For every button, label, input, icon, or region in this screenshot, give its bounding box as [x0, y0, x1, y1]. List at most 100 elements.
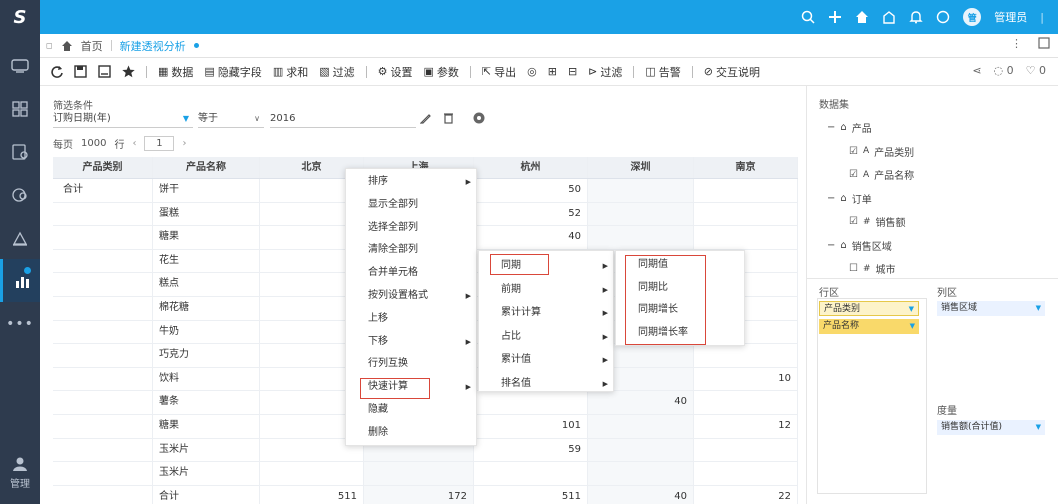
menu-item[interactable]: 隐藏	[346, 400, 476, 420]
value-cell[interactable]	[588, 226, 694, 249]
value-cell[interactable]: 59	[474, 438, 588, 462]
page-size-value[interactable]: 1000	[81, 138, 106, 149]
value-cell[interactable]	[474, 462, 588, 485]
value-cell[interactable]: 101	[474, 414, 588, 438]
tree-node[interactable]: ☐ # 城市	[827, 257, 914, 281]
chat-icon[interactable]	[936, 10, 950, 24]
more-vert-icon[interactable]: ⋮	[1011, 37, 1022, 50]
filter-op-select[interactable]: 等于 ∨	[198, 111, 264, 128]
product-name-cell[interactable]: 饮料	[153, 367, 260, 391]
value-cell[interactable]: 12	[694, 414, 798, 438]
group-cell[interactable]	[53, 202, 153, 226]
value-cell[interactable]	[474, 391, 588, 414]
column-header[interactable]: 南京	[694, 157, 798, 178]
prev-page-icon[interactable]: ‹	[132, 138, 136, 149]
value-cell[interactable]	[588, 202, 694, 226]
group-cell[interactable]	[53, 462, 153, 485]
username[interactable]: 管理员	[994, 9, 1027, 25]
filter-value-input[interactable]: 2016	[270, 111, 416, 128]
value-cell[interactable]	[588, 462, 694, 485]
avatar[interactable]: 管	[963, 8, 982, 26]
bank-icon[interactable]	[882, 10, 896, 24]
like-button[interactable]: ♡ 0	[1026, 64, 1046, 77]
group-cell[interactable]	[53, 296, 153, 320]
value-cell[interactable]	[364, 462, 474, 485]
value-cell[interactable]: 511	[474, 485, 588, 504]
product-name-cell[interactable]: 薯条	[153, 391, 260, 414]
collapse-icon[interactable]: −	[827, 193, 835, 204]
value-cell[interactable]: 50	[474, 179, 588, 202]
refresh-icon[interactable]	[50, 65, 63, 78]
column-header[interactable]: 产品名称	[153, 157, 260, 178]
dashboard-icon[interactable]	[0, 130, 40, 173]
tree-node[interactable]: ☑ # 销售额	[827, 210, 914, 234]
tree-node[interactable]: ☑ A 产品名称	[827, 163, 914, 187]
data-button[interactable]: ▦ 数据	[158, 64, 193, 80]
group-cell[interactable]	[53, 391, 153, 414]
group-cell[interactable]: 合计	[53, 179, 153, 202]
value-cell[interactable]: 40	[588, 485, 694, 504]
sum-button[interactable]: ▥ 求和	[273, 64, 308, 80]
page-input[interactable]: 1	[144, 136, 175, 151]
column-header[interactable]: 产品类别	[53, 157, 153, 178]
hide-field-button[interactable]: ▤ 隐藏字段	[204, 64, 261, 80]
tree-node[interactable]: − ⌂ 产品	[827, 116, 914, 140]
col-chip[interactable]: 销售区域 ▼	[937, 301, 1045, 316]
value-cell[interactable]	[588, 438, 694, 462]
rail-user[interactable]: 管理	[0, 456, 40, 490]
value-cell[interactable]	[694, 391, 798, 414]
group-cell[interactable]	[53, 414, 153, 438]
save-as-icon[interactable]	[98, 65, 111, 78]
row-chip[interactable]: 产品类别 ▼	[819, 301, 919, 316]
menu-item[interactable]: 显示全部列	[346, 195, 476, 215]
group-cell[interactable]	[53, 367, 153, 391]
product-name-cell[interactable]: 玉米片	[153, 462, 260, 485]
share-icon[interactable]: ⋖	[972, 64, 981, 77]
value-cell[interactable]: 52	[474, 202, 588, 226]
value-cell[interactable]	[694, 462, 798, 485]
settings-button[interactable]: ⚙ 设置	[378, 64, 413, 80]
value-cell[interactable]: 40	[588, 391, 694, 414]
search-icon[interactable]	[801, 10, 815, 24]
monitor-icon[interactable]	[0, 44, 40, 87]
export-button[interactable]: ⇱ 导出	[482, 64, 516, 80]
more-icon[interactable]: •••	[0, 302, 40, 345]
tree-node[interactable]: − ⌂ 订单	[827, 187, 914, 211]
menu-item[interactable]: 行列互换	[346, 354, 476, 374]
field-checkbox[interactable]: ☑	[849, 169, 858, 180]
product-name-cell[interactable]: 糖果	[153, 226, 260, 249]
field-checkbox[interactable]: ☑	[849, 146, 858, 157]
measure-chip[interactable]: 销售额(合计值) ▼	[937, 420, 1045, 435]
filter2-button[interactable]: ⊳ 过滤	[588, 64, 622, 80]
product-name-cell[interactable]: 棉花糖	[153, 296, 260, 320]
field-checkbox[interactable]: ☑	[849, 216, 858, 227]
column-header[interactable]: 深圳	[588, 157, 694, 178]
menu-item[interactable]: 前期 ▶	[479, 280, 613, 300]
value-cell[interactable]	[260, 462, 364, 485]
next-page-icon[interactable]: ›	[182, 138, 186, 149]
menu-item[interactable]: 下移 ▶	[346, 332, 476, 352]
product-name-cell[interactable]: 牛奶	[153, 320, 260, 344]
group-cell[interactable]	[53, 485, 153, 504]
field-checkbox[interactable]: ☐	[849, 263, 858, 274]
alert-button[interactable]: ◫ 告警	[645, 64, 680, 80]
menu-item[interactable]: 清除全部列	[346, 240, 476, 260]
group-cell[interactable]	[53, 273, 153, 296]
tab-new-pivot[interactable]: 新建透视分析	[120, 38, 186, 54]
row-chip[interactable]: 产品名称 ▼	[819, 319, 919, 334]
tree-node[interactable]: ☑ A 产品类别	[827, 140, 914, 164]
group-cell[interactable]	[53, 438, 153, 462]
product-name-cell[interactable]: 糕点	[153, 273, 260, 296]
product-name-cell[interactable]: 糖果	[153, 414, 260, 438]
product-name-cell[interactable]: 玉米片	[153, 438, 260, 462]
collapse-icon[interactable]: −	[827, 122, 835, 133]
value-cell[interactable]: 511	[260, 485, 364, 504]
value-cell[interactable]	[694, 202, 798, 226]
column-header[interactable]: 杭州	[474, 157, 588, 178]
value-cell[interactable]	[588, 414, 694, 438]
layout-button[interactable]: ⊞	[548, 65, 557, 78]
menu-item[interactable]: 上移	[346, 309, 476, 329]
home-icon[interactable]	[855, 10, 869, 24]
params-button[interactable]: ▣ 参数	[424, 64, 459, 80]
value-cell[interactable]	[588, 179, 694, 202]
